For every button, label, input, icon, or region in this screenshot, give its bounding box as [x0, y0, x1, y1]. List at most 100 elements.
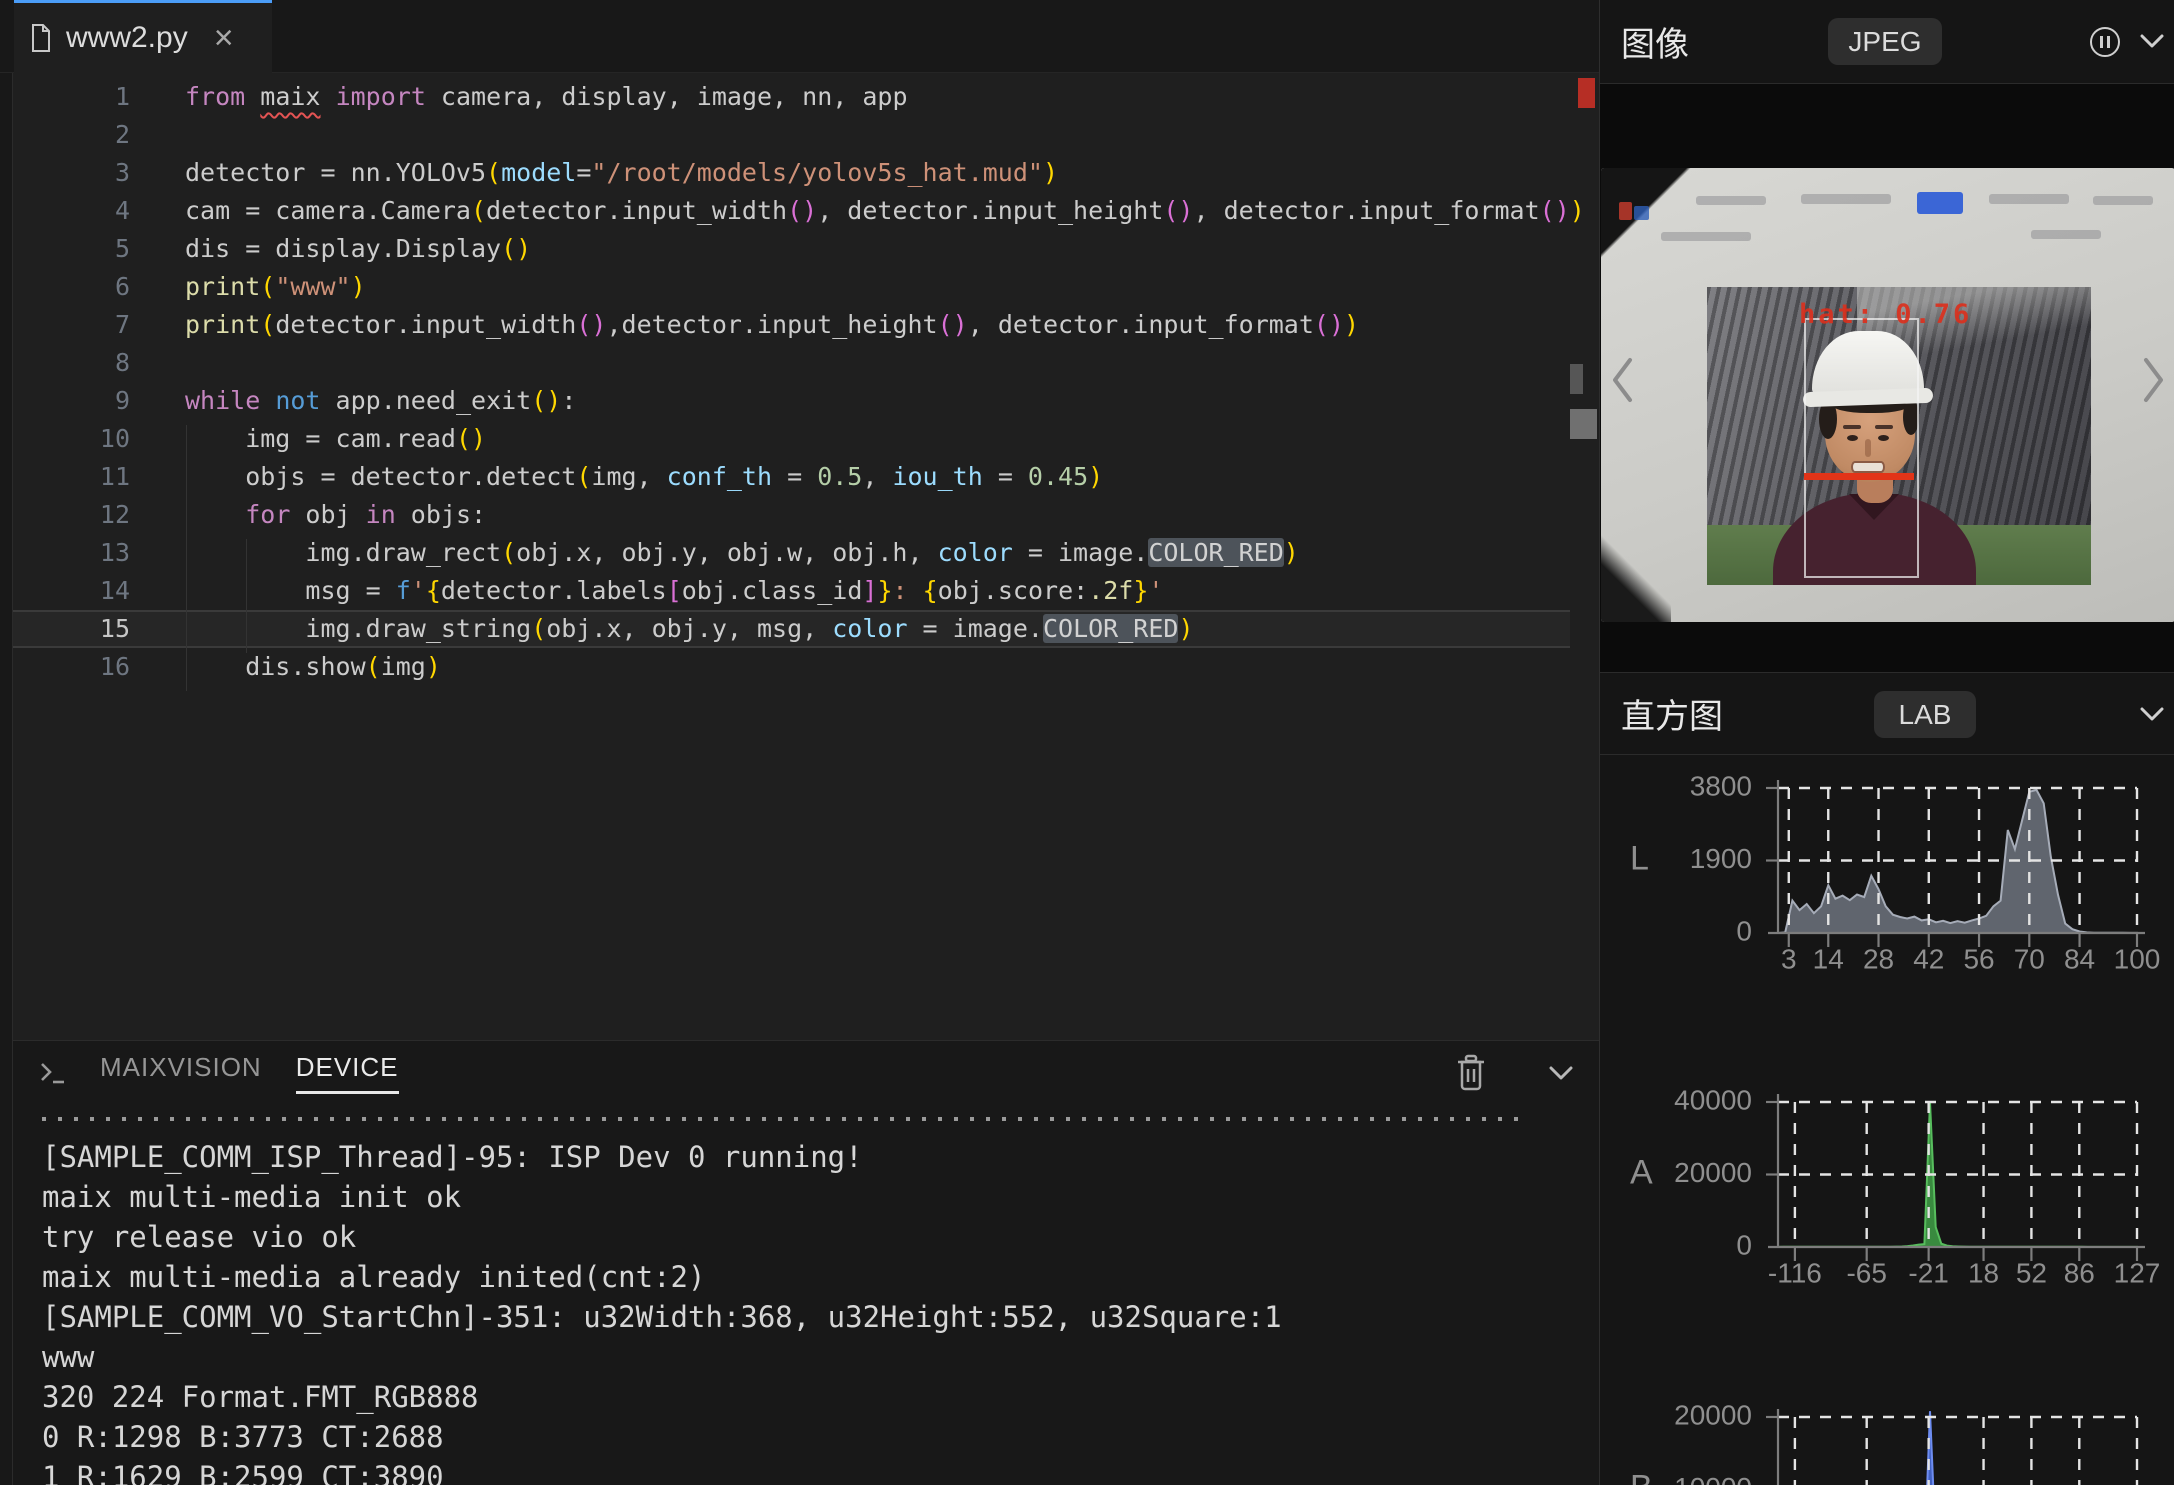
svg-text:20000: 20000 [1674, 1157, 1752, 1188]
browser-text-blur [1661, 232, 1751, 241]
prev-image-chevron-icon[interactable] [1608, 356, 1636, 404]
detection-bbox [1804, 318, 1919, 578]
indent-guide [186, 425, 187, 691]
code-line[interactable]: 14 msg = f'{detector.labels[obj.class_id… [0, 572, 1570, 610]
terminal-log-line: 320 224 Format.FMT_RGB888 [42, 1377, 1599, 1417]
line-number: 10 [13, 420, 130, 458]
code-line[interactable]: 9while not app.need_exit(): [0, 382, 1570, 420]
code-text: print(detector.input_width(),detector.in… [130, 306, 1359, 344]
svg-text:86: 86 [2064, 1257, 2095, 1288]
browser-blue-button [1917, 192, 1963, 214]
jpeg-format-button[interactable]: JPEG [1828, 18, 1942, 65]
site-logo [1619, 202, 1632, 220]
svg-text:127: 127 [2114, 1257, 2161, 1288]
svg-text:100: 100 [2114, 943, 2161, 974]
trash-icon[interactable] [1455, 1054, 1487, 1092]
line-number: 3 [13, 154, 130, 192]
editor-tab-bar: www2.py × [0, 0, 1599, 73]
chevron-down-icon[interactable] [2140, 34, 2164, 49]
histogram-svg-A: 40000200000-116-65-21185286127A [1600, 1069, 2174, 1319]
svg-text:3: 3 [1781, 943, 1797, 974]
terminal-tab-device[interactable]: DEVICE [296, 1052, 399, 1094]
site-logo [1634, 206, 1649, 220]
lab-mode-button[interactable]: LAB [1874, 691, 1976, 738]
terminal-log-line: try release vio ok [42, 1217, 1599, 1257]
line-number: 13 [13, 534, 130, 572]
terminal-log-line: maix multi-media init ok [42, 1177, 1599, 1217]
tab-title: www2.py [66, 21, 188, 55]
code-text: objs = detector.detect(img, conf_th = 0.… [130, 458, 1103, 496]
terminal-header: MAIXVISION DEVICE [0, 1041, 1599, 1105]
line-number: 14 [13, 572, 130, 610]
svg-text:42: 42 [1913, 943, 1944, 974]
svg-text:0: 0 [1736, 915, 1752, 946]
code-line[interactable]: 5dis = display.Display() [0, 230, 1570, 268]
code-line[interactable]: 11 objs = detector.detect(img, conf_th =… [0, 458, 1570, 496]
browser-text-blur [2031, 230, 2101, 239]
line-number: 2 [13, 116, 130, 154]
code-text: for obj in objs: [130, 496, 486, 534]
svg-text:56: 56 [1963, 943, 1994, 974]
terminal-log: [SAMPLE_COMM_ISP_Thread]-95: ISP Dev 0 r… [0, 1121, 1599, 1485]
code-line[interactable]: 13 img.draw_rect(obj.x, obj.y, obj.w, ob… [0, 534, 1570, 572]
overview-ruler-error-mark [1578, 78, 1595, 108]
maixvision-window: www2.py × 1from maix import camera, disp… [0, 0, 2174, 1485]
line-number: 12 [13, 496, 130, 534]
code-text: while not app.need_exit(): [130, 382, 576, 420]
code-lines: 1from maix import camera, display, image… [0, 78, 1599, 686]
line-number: 1 [13, 78, 130, 116]
code-line[interactable]: 2 [0, 116, 1570, 154]
code-line[interactable]: 1from maix import camera, display, image… [0, 78, 1570, 116]
svg-text:L: L [1630, 839, 1649, 877]
code-line[interactable]: 10 img = cam.read() [0, 420, 1570, 458]
terminal-log-line: www [42, 1337, 1599, 1377]
code-line[interactable]: 3detector = nn.YOLOv5(model="/root/model… [0, 154, 1570, 192]
histogram-a-chart: 40000200000-116-65-21185286127A [1600, 1069, 2174, 1319]
code-text: detector = nn.YOLOv5(model="/root/models… [130, 154, 1058, 192]
code-text: img = cam.read() [130, 420, 486, 458]
code-text [130, 116, 185, 154]
image-section-title: 图像 [1621, 17, 1689, 66]
code-text: print("www") [130, 268, 366, 306]
right-panel: 图像 JPEG [1599, 0, 2174, 1485]
line-number: 9 [13, 382, 130, 420]
next-image-chevron-icon[interactable] [2140, 356, 2168, 404]
line-number: 15 [13, 610, 130, 648]
code-text: img.draw_rect(obj.x, obj.y, obj.w, obj.h… [130, 534, 1299, 572]
terminal-log-line: [SAMPLE_COMM_ISP_Thread]-95: ISP Dev 0 r… [42, 1137, 1599, 1177]
browser-text-blur [1801, 194, 1891, 204]
code-line[interactable]: 7print(detector.input_width(),detector.i… [0, 306, 1570, 344]
browser-text-blur [1989, 194, 2069, 204]
pause-icon[interactable] [2090, 27, 2120, 57]
code-line[interactable]: 16 dis.show(img) [0, 648, 1570, 686]
tab-www2py[interactable]: www2.py × [14, 0, 272, 73]
code-text [130, 344, 185, 382]
svg-text:40000: 40000 [1674, 1084, 1752, 1115]
code-line[interactable]: 6print("www") [0, 268, 1570, 306]
detection-underline [1804, 473, 1914, 480]
chevron-down-icon[interactable] [1549, 1066, 1573, 1081]
terminal-log-line: 1 R:1629 B:2599 CT:3890 [42, 1457, 1599, 1485]
overview-ruler-mark [1570, 364, 1583, 394]
code-text: from maix import camera, display, image,… [130, 78, 908, 116]
histogram-section-header: 直方图 LAB [1600, 672, 2174, 755]
browser-text-blur [2093, 196, 2153, 205]
chevron-down-icon[interactable] [2140, 707, 2164, 722]
svg-text:84: 84 [2064, 943, 2095, 974]
histogram-svg-L: 3800190003142842567084100L [1600, 755, 2174, 1005]
code-line[interactable]: 4cam = camera.Camera(detector.input_widt… [0, 192, 1570, 230]
code-text: cam = camera.Camera(detector.input_width… [130, 192, 1585, 230]
terminal-log-line: 0 R:1298 B:3773 CT:2688 [42, 1417, 1599, 1457]
svg-text:-116: -116 [1768, 1257, 1822, 1288]
line-number: 6 [13, 268, 130, 306]
code-line[interactable]: 8 [0, 344, 1570, 382]
code-editor[interactable]: 1from maix import camera, display, image… [0, 73, 1599, 1040]
svg-text:0: 0 [1736, 1229, 1752, 1260]
code-text: msg = f'{detector.labels[obj.class_id]}:… [130, 572, 1163, 610]
code-line[interactable]: 15 img.draw_string(obj.x, obj.y, msg, co… [0, 610, 1570, 648]
svg-text:70: 70 [2014, 943, 2045, 974]
editor-left-gutter-strip [0, 73, 13, 1485]
tab-close-icon[interactable]: × [214, 21, 234, 55]
terminal-tab-maixvision[interactable]: MAIXVISION [100, 1052, 262, 1094]
code-line[interactable]: 12 for obj in objs: [0, 496, 1570, 534]
